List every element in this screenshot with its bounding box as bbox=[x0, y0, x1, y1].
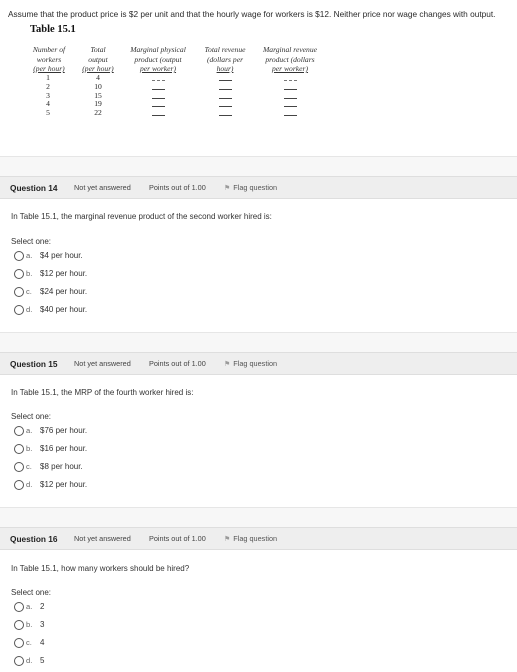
radio-button[interactable] bbox=[14, 444, 24, 454]
question-16-header: Question 16 Not yet answered Points out … bbox=[0, 527, 517, 550]
radio-button[interactable] bbox=[14, 480, 24, 490]
intro-text: Assume that the product price is $2 per … bbox=[8, 9, 496, 19]
select-one-label: Select one: bbox=[11, 412, 52, 421]
header-total-revenue: Total revenue (dollars per hour) bbox=[204, 45, 246, 73]
flag-icon: ⚑ bbox=[224, 185, 231, 192]
question-number: Question 16 bbox=[10, 534, 58, 544]
question-status: Not yet answered bbox=[74, 534, 131, 543]
flag-question-link[interactable]: ⚑ Flag question bbox=[224, 359, 277, 368]
blank-cell bbox=[146, 83, 170, 92]
header-total-output: Total output (per hour) bbox=[82, 45, 114, 73]
table-cell: 5 bbox=[46, 108, 50, 118]
flag-icon: ⚑ bbox=[224, 361, 231, 368]
question-text: In Table 15.1, the marginal revenue prod… bbox=[11, 212, 272, 221]
blank-cell bbox=[146, 74, 170, 83]
flag-question-link[interactable]: ⚑ Flag question bbox=[224, 534, 277, 543]
question-points: Points out of 1.00 bbox=[149, 183, 206, 192]
column-mrp-blanks bbox=[278, 74, 302, 118]
radio-button[interactable] bbox=[14, 620, 24, 630]
question-number: Question 15 bbox=[10, 359, 58, 369]
blank-cell bbox=[278, 83, 302, 92]
table-cell: 22 bbox=[94, 108, 102, 118]
select-one-label: Select one: bbox=[11, 237, 52, 246]
blank-cell bbox=[278, 74, 302, 83]
question-15-header: Question 15 Not yet answered Points out … bbox=[0, 352, 517, 375]
blank-cell bbox=[278, 109, 302, 118]
radio-button[interactable] bbox=[14, 638, 24, 648]
blank-cell bbox=[213, 109, 237, 118]
blank-cell bbox=[278, 92, 302, 101]
flag-icon: ⚑ bbox=[224, 536, 231, 543]
question-status: Not yet answered bbox=[74, 183, 131, 192]
radio-button[interactable] bbox=[14, 305, 24, 315]
header-marginal-physical-product: Marginal physical product (output per wo… bbox=[130, 45, 186, 73]
question-number: Question 14 bbox=[10, 183, 58, 193]
blank-cell bbox=[278, 100, 302, 109]
blank-cell bbox=[213, 92, 237, 101]
header-workers: Number of workers (per hour) bbox=[32, 45, 66, 73]
question-status: Not yet answered bbox=[74, 359, 131, 368]
blank-cell bbox=[213, 74, 237, 83]
select-one-label: Select one: bbox=[11, 588, 52, 597]
flag-question-link[interactable]: ⚑ Flag question bbox=[224, 183, 277, 192]
radio-button[interactable] bbox=[14, 656, 24, 666]
radio-button[interactable] bbox=[14, 251, 24, 261]
table-title: Table 15.1 bbox=[30, 24, 76, 35]
question-text: In Table 15.1, the MRP of the fourth wor… bbox=[11, 388, 194, 397]
header-marginal-revenue-product: Marginal revenue product (dollars per wo… bbox=[262, 45, 318, 73]
blank-cell bbox=[213, 100, 237, 109]
question-points: Points out of 1.00 bbox=[149, 359, 206, 368]
column-tr-blanks bbox=[213, 74, 237, 118]
radio-button[interactable] bbox=[14, 462, 24, 472]
question-points: Points out of 1.00 bbox=[149, 534, 206, 543]
column-mpp-blanks bbox=[146, 74, 170, 118]
radio-button[interactable] bbox=[14, 269, 24, 279]
question-text: In Table 15.1, how many workers should b… bbox=[11, 564, 190, 573]
radio-button[interactable] bbox=[14, 602, 24, 612]
column-workers: 1 2 3 4 5 bbox=[38, 73, 58, 118]
blank-cell bbox=[146, 109, 170, 118]
blank-cell bbox=[213, 83, 237, 92]
question-14-header: Question 14 Not yet answered Points out … bbox=[0, 176, 517, 199]
blank-cell bbox=[146, 100, 170, 109]
radio-button[interactable] bbox=[14, 287, 24, 297]
column-total-output: 4 10 15 19 22 bbox=[86, 73, 110, 118]
radio-button[interactable] bbox=[14, 426, 24, 436]
blank-cell bbox=[146, 92, 170, 101]
